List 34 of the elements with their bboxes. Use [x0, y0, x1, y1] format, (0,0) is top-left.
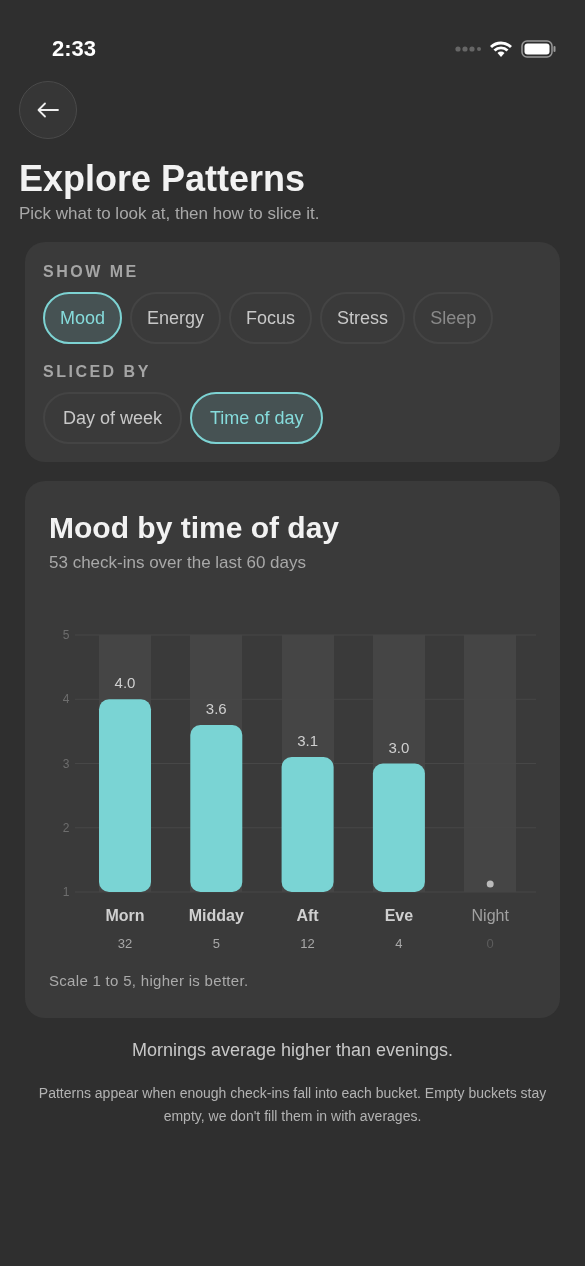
value-label: 3.1 [297, 731, 319, 749]
count-label: 5 [212, 935, 220, 951]
filter-chip[interactable]: Time of day [190, 392, 324, 445]
insight-text: Mornings average higher than evenings. [130, 1039, 455, 1063]
wifi-icon [489, 39, 513, 58]
category-label: Night [471, 906, 509, 924]
signal-icon [455, 45, 481, 52]
category-label: Aft [296, 906, 319, 924]
value-label: 3.6 [205, 699, 227, 717]
empty-dot-icon [486, 880, 494, 888]
section-label: SHOW ME [43, 262, 140, 283]
chart-subtitle: 53 check-ins over the last 60 days [49, 552, 308, 575]
page-subtitle: Pick what to look at, then how to slice it. [19, 202, 321, 225]
category-label: Eve [384, 906, 414, 924]
count-label: 32 [117, 935, 133, 951]
count-label: 12 [300, 935, 315, 951]
page-title: Explore Patterns [19, 159, 307, 199]
filter-chip[interactable]: Stress [320, 292, 406, 345]
battery-icon [521, 39, 557, 58]
category-label: Morn [105, 906, 145, 924]
status-time: 2:33 [52, 35, 97, 63]
chart-title: Mood by time of day [49, 510, 340, 547]
filter-chip[interactable]: Focus [229, 292, 313, 345]
chart-footnote: Scale 1 to 5, higher is better. [49, 970, 250, 991]
category-label: Midday [188, 906, 244, 924]
filter-chip[interactable]: Energy [130, 292, 222, 345]
back-arrow-icon [37, 102, 59, 118]
value-label: 4.0 [114, 673, 136, 691]
section-label: SLICED BY [43, 362, 152, 383]
count-label: 4 [395, 935, 403, 951]
filter-chip[interactable]: Mood [43, 292, 123, 345]
footnote-text: Patterns appear when enough check-ins fall into each bucket. Empty buckets stay empty, we don't fill them in with averages. [37, 1084, 548, 1127]
filter-chip[interactable]: Day of week [43, 392, 183, 445]
value-label: 3.0 [388, 738, 410, 756]
